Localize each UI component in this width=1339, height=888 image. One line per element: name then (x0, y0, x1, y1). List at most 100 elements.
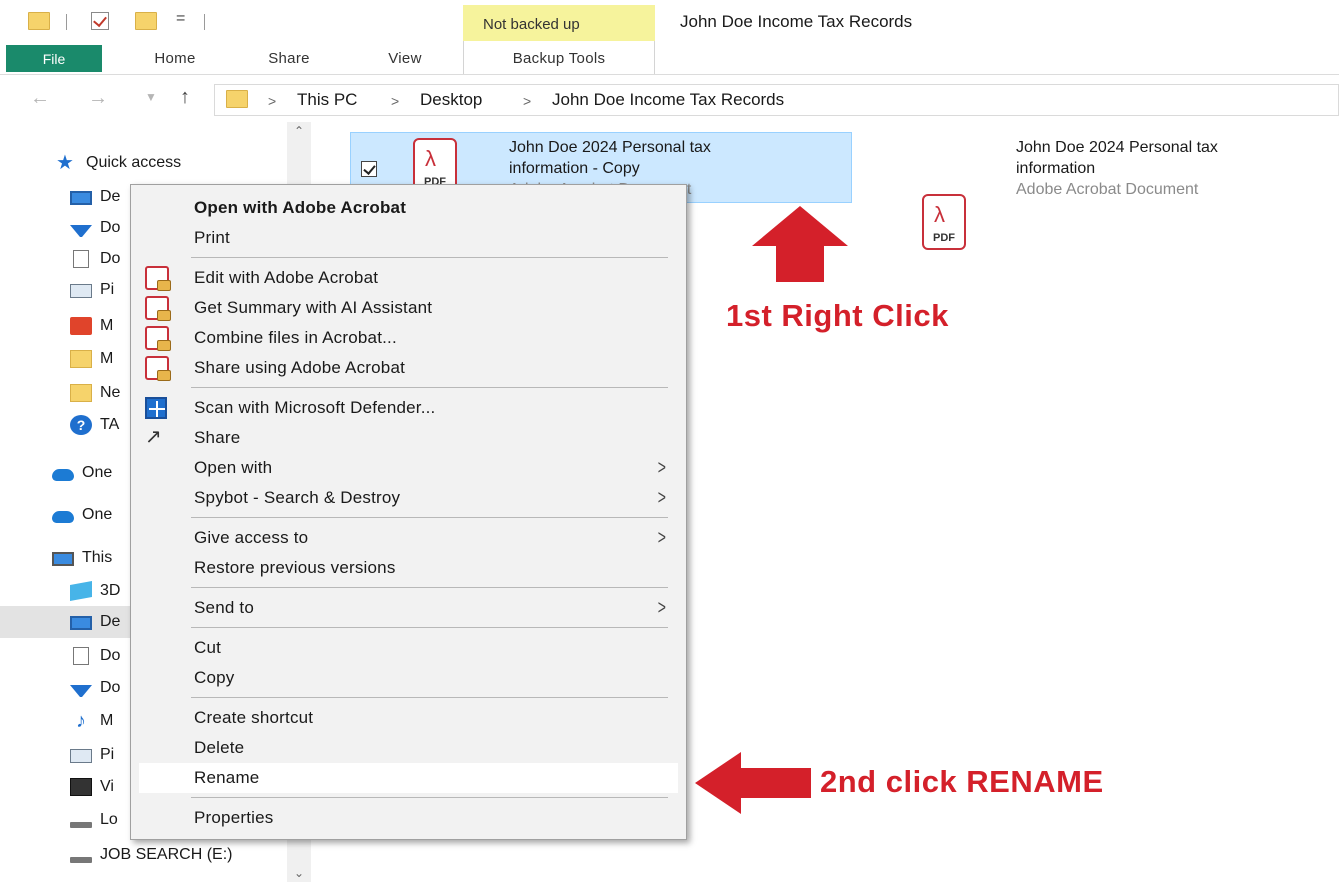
nav-music[interactable]: ♪ M (70, 706, 113, 736)
annotation-second-click-rename: 2nd click RENAME (820, 764, 1104, 799)
menu-item-delete[interactable]: Delete (131, 733, 686, 763)
defender-icon (145, 397, 167, 419)
menu-label: Delete (194, 738, 245, 757)
nav-local-disk[interactable]: Lo (70, 805, 118, 835)
nav-downloads[interactable]: Do (70, 673, 120, 703)
menu-label: Edit with Adobe Acrobat (194, 268, 379, 287)
desktop-icon (70, 616, 92, 630)
nav-desktop[interactable]: De (70, 182, 120, 212)
menu-label: Restore previous versions (194, 558, 396, 577)
local-disk-icon (70, 822, 92, 828)
file-type: Adobe Acrobat Document (1016, 181, 1199, 198)
back-arrow-icon[interactable]: ← (30, 87, 50, 110)
menu-item-share-using-acrobat[interactable]: Share using Adobe Acrobat (131, 353, 686, 383)
nav-folder[interactable]: Ne (70, 378, 120, 408)
nav-label: Do (100, 647, 121, 664)
nav-documents[interactable]: Do (70, 641, 120, 671)
forward-arrow-icon[interactable]: → (88, 87, 108, 110)
nav-desktop[interactable]: De (70, 607, 120, 637)
breadcrumb-this-pc[interactable]: This PC (297, 90, 357, 110)
menu-item-copy[interactable]: Copy (131, 663, 686, 693)
nav-pictures[interactable]: Pi (70, 275, 114, 305)
menu-item-properties[interactable]: Properties (131, 803, 686, 833)
toolbar-separator (66, 14, 67, 30)
menu-separator (191, 697, 668, 698)
nav-help[interactable]: ? TA (70, 410, 119, 440)
breadcrumb-separator: > (523, 93, 532, 109)
nav-label: Pi (100, 746, 115, 763)
menu-separator (191, 627, 668, 628)
menu-label: Cut (194, 638, 222, 657)
nav-quick-access[interactable]: ★ Quick access (56, 148, 181, 178)
nav-videos[interactable]: Vi (70, 772, 114, 802)
window-title: John Doe Income Tax Records (680, 12, 913, 31)
breadcrumb-desktop[interactable]: Desktop (420, 90, 482, 110)
nav-onedrive[interactable]: One (52, 500, 112, 530)
nav-label: Pi (100, 281, 115, 298)
nav-label: De (100, 188, 121, 205)
menu-item-create-shortcut[interactable]: Create shortcut (131, 703, 686, 733)
nav-onedrive[interactable]: One (52, 458, 112, 488)
menu-item-scan-defender[interactable]: Scan with Microsoft Defender... (131, 393, 686, 423)
properties-check-icon[interactable] (91, 12, 109, 30)
nav-label: JOB SEARCH (E:) (100, 846, 233, 863)
menu-item-print[interactable]: Print (131, 223, 686, 253)
share-icon: ↗ (145, 426, 162, 448)
up-arrow-icon[interactable]: ↑ (180, 86, 190, 109)
office-icon (70, 317, 92, 335)
menu-label: Scan with Microsoft Defender... (194, 398, 436, 417)
scroll-down-icon[interactable]: ⌄ (287, 866, 311, 880)
menu-label: Rename (194, 768, 260, 787)
menu-item-give-access-to[interactable]: Give access to > (131, 523, 686, 553)
breadcrumb-current-folder[interactable]: John Doe Income Tax Records (552, 90, 784, 110)
menu-label: Spybot - Search & Destroy (194, 488, 401, 507)
tab-file[interactable]: File (6, 45, 102, 72)
this-pc-icon (52, 551, 74, 566)
videos-icon (70, 778, 92, 796)
folder-icon (70, 384, 92, 402)
left-arrow-annotation-icon (695, 752, 811, 814)
menu-item-open-with[interactable]: Open with > (131, 453, 686, 483)
nav-job-search-drive[interactable]: JOB SEARCH (E:) (70, 840, 232, 870)
nav-this-pc[interactable]: This (52, 543, 112, 573)
nav-documents[interactable]: Do (70, 244, 120, 274)
tab-home[interactable]: Home (140, 50, 210, 67)
menu-separator (191, 257, 668, 258)
recent-locations-chevron-icon[interactable]: ▼ (145, 90, 157, 104)
menu-item-edit-with-acrobat[interactable]: Edit with Adobe Acrobat (131, 263, 686, 293)
menu-item-combine-files[interactable]: Combine files in Acrobat... (131, 323, 686, 353)
menu-item-share[interactable]: ↗ Share (131, 423, 686, 453)
tab-view[interactable]: View (370, 50, 440, 67)
pictures-icon (70, 749, 92, 763)
3d-objects-icon (70, 581, 92, 601)
breadcrumb-separator: > (268, 93, 277, 109)
tab-backup-tools[interactable]: Backup Tools (470, 50, 648, 67)
menu-label: Give access to (194, 528, 309, 547)
menu-item-get-summary-ai[interactable]: Get Summary with AI Assistant (131, 293, 686, 323)
selection-checkbox[interactable] (361, 161, 377, 177)
menu-item-restore-previous[interactable]: Restore previous versions (131, 553, 686, 583)
menu-item-rename[interactable]: Rename (139, 763, 678, 793)
tab-share[interactable]: Share (254, 50, 324, 67)
menu-item-cut[interactable]: Cut (131, 633, 686, 663)
nav-folder[interactable]: M (70, 344, 113, 374)
customize-toolbar-dropdown[interactable]: = (176, 10, 185, 28)
nav-pictures[interactable]: Pi (70, 740, 114, 770)
menu-item-spybot[interactable]: Spybot - Search & Destroy > (131, 483, 686, 513)
menu-label: Get Summary with AI Assistant (194, 298, 433, 317)
downloads-icon (70, 685, 92, 697)
nav-office[interactable]: M (70, 311, 113, 341)
menu-item-send-to[interactable]: Send to > (131, 593, 686, 623)
menu-separator (191, 387, 668, 388)
nav-3d-objects[interactable]: 3D (70, 576, 120, 606)
menu-item-open-with-acrobat[interactable]: Open with Adobe Acrobat (131, 193, 686, 223)
onedrive-icon (52, 469, 74, 481)
scroll-up-icon[interactable]: ⌃ (287, 124, 311, 138)
quick-access-folder-icon[interactable] (28, 12, 50, 30)
onedrive-icon (52, 511, 74, 523)
file-name: information - Copy (509, 160, 640, 177)
breadcrumb-separator: > (391, 93, 400, 109)
new-folder-icon[interactable] (135, 12, 157, 30)
context-menu: Open with Adobe Acrobat Print Edit with … (130, 184, 687, 840)
nav-downloads[interactable]: Do (70, 213, 120, 243)
